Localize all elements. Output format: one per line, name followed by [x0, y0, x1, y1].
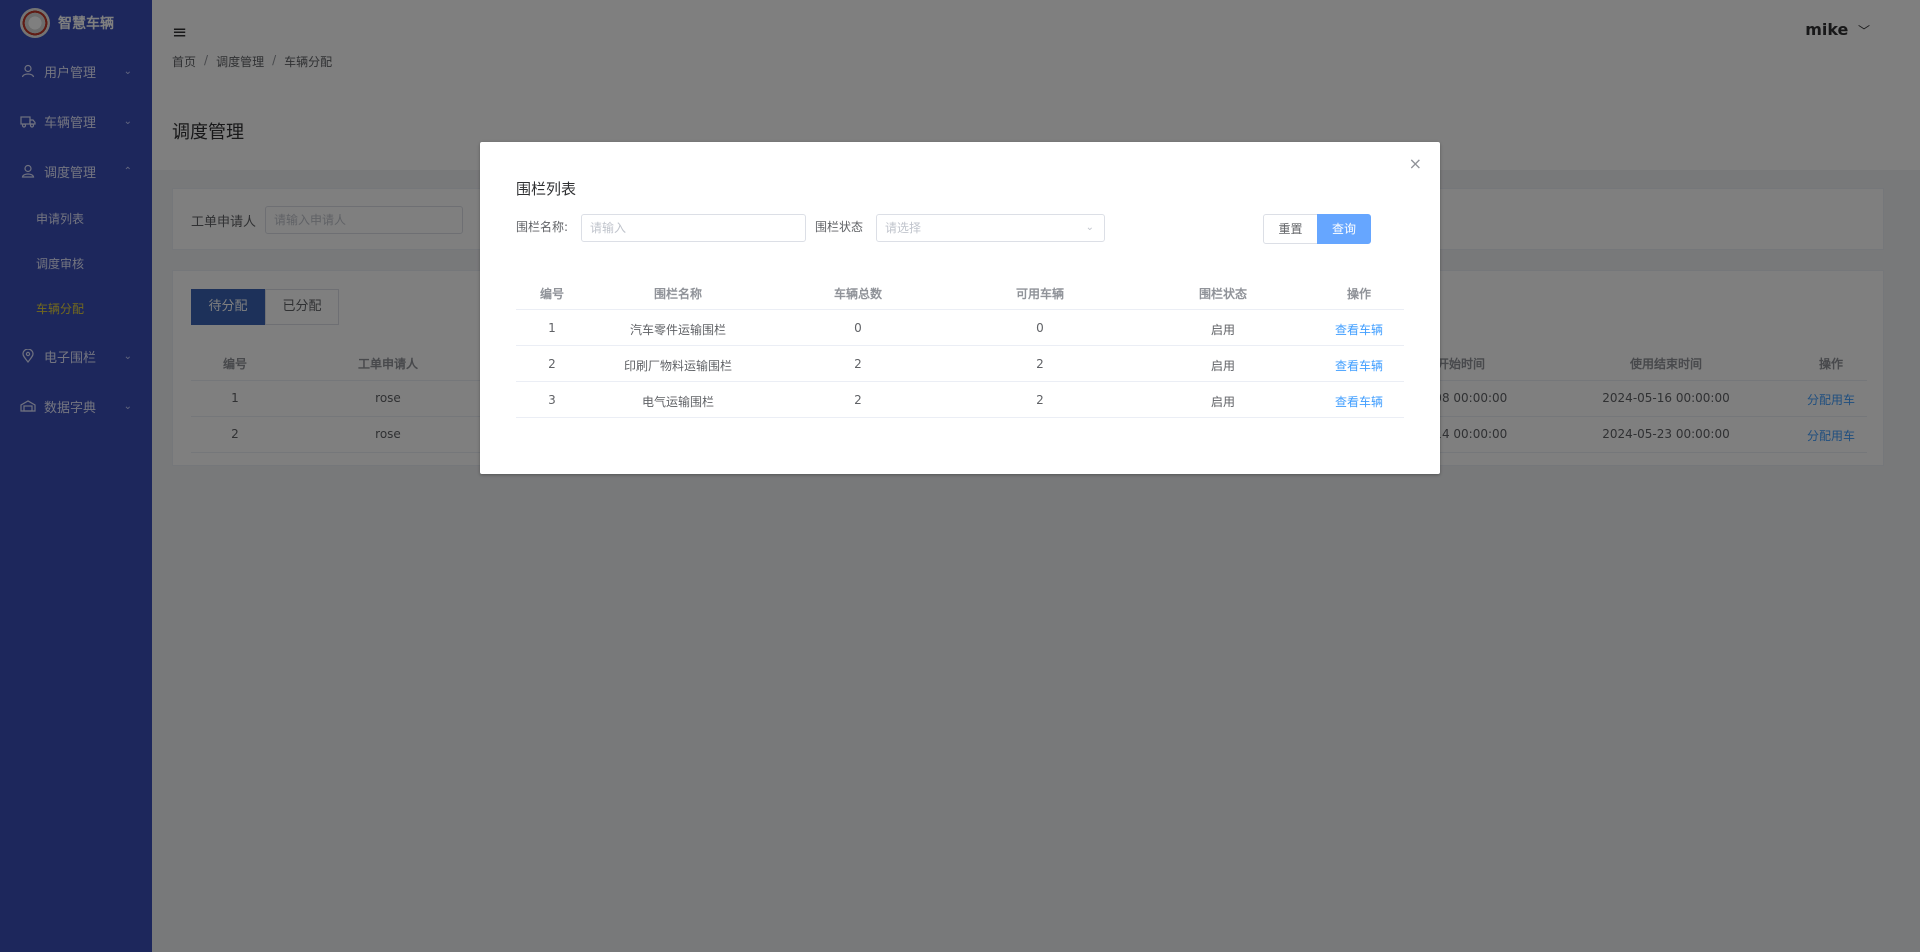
cell-available: 2: [1036, 357, 1044, 371]
geofence-list-dialog: 围栏列表 × 围栏名称: 请输入 围栏状态 请选择 ⌄ 重置 查询 编号 围栏名…: [480, 142, 1440, 474]
column-header: 车辆总数: [833, 287, 883, 301]
cell-id: 1: [548, 321, 556, 335]
reset-button[interactable]: 重置: [1263, 214, 1318, 244]
fence-name-label: 围栏名称:: [516, 220, 569, 234]
cell-id: 2: [548, 357, 556, 371]
table-header-row: 编号 围栏名称 车辆总数 可用车辆 围栏状态 操作: [516, 274, 1404, 310]
cell-total: 0: [854, 321, 862, 335]
select-placeholder: 请选择: [885, 221, 922, 235]
cell-available: 2: [1036, 393, 1044, 407]
column-header: 围栏状态: [1198, 287, 1248, 301]
query-button[interactable]: 查询: [1317, 214, 1371, 244]
chevron-down-icon: ⌄: [1085, 222, 1094, 233]
fence-name-input[interactable]: 请输入: [581, 214, 806, 242]
cell-fence-name: 电气运输围栏: [641, 395, 715, 409]
cell-fence-name: 汽车零件运输围栏: [629, 323, 727, 337]
column-header: 编号: [539, 287, 565, 301]
cell-status: 启用: [1210, 359, 1236, 373]
table-row: 2 印刷厂物料运输围栏 2 2 启用 查看车辆: [516, 346, 1404, 382]
cell-status: 启用: [1210, 323, 1236, 337]
column-header: 围栏名称: [653, 287, 703, 301]
fence-status-label: 围栏状态: [815, 220, 864, 234]
cell-fence-name: 印刷厂物料运输围栏: [623, 359, 733, 373]
view-vehicles-link[interactable]: 查看车辆: [1335, 357, 1383, 374]
column-header: 可用车辆: [1015, 287, 1065, 301]
table-row: 1 汽车零件运输围栏 0 0 启用 查看车辆: [516, 310, 1404, 346]
cell-id: 3: [548, 393, 556, 407]
view-vehicles-link[interactable]: 查看车辆: [1335, 393, 1383, 410]
fence-table: 编号 围栏名称 车辆总数 可用车辆 围栏状态 操作 1 汽车零件运输围栏 0 0…: [516, 274, 1404, 418]
table-row: 3 电气运输围栏 2 2 启用 查看车辆: [516, 382, 1404, 418]
cell-available: 0: [1036, 321, 1044, 335]
fence-status-select[interactable]: 请选择 ⌄: [876, 214, 1105, 242]
dialog-title: 围栏列表: [516, 180, 577, 198]
view-vehicles-link[interactable]: 查看车辆: [1335, 321, 1383, 338]
close-icon[interactable]: ×: [1409, 154, 1422, 173]
column-header: 操作: [1346, 287, 1372, 301]
cell-status: 启用: [1210, 395, 1236, 409]
cell-total: 2: [854, 357, 862, 371]
cell-total: 2: [854, 393, 862, 407]
